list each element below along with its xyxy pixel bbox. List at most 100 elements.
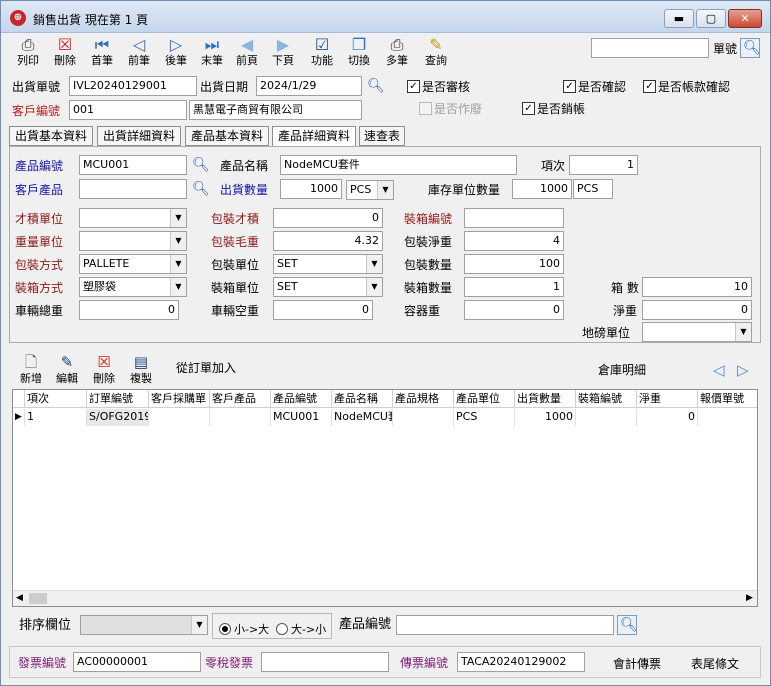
multi-record-button[interactable]: ⎙ 多筆 bbox=[378, 34, 416, 72]
scrollbar-thumb[interactable] bbox=[29, 593, 47, 604]
grid-cell[interactable] bbox=[393, 409, 454, 426]
column-header[interactable]: 裝箱編號 bbox=[576, 390, 637, 408]
grid-cell[interactable]: MCU001 bbox=[271, 409, 332, 426]
filter-product-no-input[interactable] bbox=[396, 615, 614, 635]
grid-cell[interactable] bbox=[698, 409, 757, 426]
column-header[interactable]: 產品編號 bbox=[271, 390, 332, 408]
previous-record-button[interactable]: ◁ 前筆 bbox=[120, 34, 158, 72]
scroll-left-icon[interactable]: ◀ bbox=[16, 593, 23, 603]
ship-no-field[interactable]: IVL20240129001 bbox=[69, 76, 197, 96]
grid-next-icon[interactable]: ▷ bbox=[737, 361, 749, 379]
column-header[interactable]: 客戶採購單 bbox=[149, 390, 210, 408]
customer-product-field[interactable] bbox=[79, 179, 187, 199]
minimize-button[interactable]: ▬ bbox=[664, 9, 694, 28]
customer-no-field[interactable]: 001 bbox=[69, 100, 187, 120]
ship-date-field[interactable]: 2024/1/29 bbox=[256, 76, 362, 96]
product-name-field[interactable]: NodeMCU套件 bbox=[280, 155, 517, 175]
column-header[interactable]: 報價單號 bbox=[698, 390, 757, 408]
close-button[interactable]: ✕ bbox=[728, 9, 762, 28]
voucher-no-field[interactable]: TACA20240129002 bbox=[457, 652, 585, 672]
grid-cell[interactable]: 0 bbox=[637, 409, 698, 426]
grid-cell[interactable]: S/OFG2019 bbox=[87, 409, 149, 426]
grid-prev-icon[interactable]: ◁ bbox=[713, 361, 725, 379]
column-header[interactable]: 產品名稱 bbox=[332, 390, 393, 408]
customer-product-search-icon[interactable]: 🔍︎ bbox=[192, 181, 210, 197]
column-header[interactable]: 產品單位 bbox=[454, 390, 515, 408]
last-record-button[interactable]: ⏭ 末筆 bbox=[193, 34, 231, 72]
scale-unit-select[interactable]: ▼ bbox=[642, 322, 752, 342]
grid-cell[interactable]: NodeMCU套 bbox=[332, 409, 393, 426]
net-weight-field[interactable]: 0 bbox=[642, 300, 752, 320]
invoice-no-field[interactable]: AC00000001 bbox=[73, 652, 201, 672]
product-search-icon[interactable]: 🔍︎ bbox=[192, 157, 210, 173]
date-search-icon[interactable]: 🔍︎ bbox=[367, 78, 385, 94]
account-confirmed-checkbox[interactable]: ✓ bbox=[643, 80, 656, 93]
box-method-select[interactable]: 塑膠袋 ▼ bbox=[79, 277, 187, 297]
pack-net-field[interactable]: 4 bbox=[464, 231, 564, 251]
zero-tax-field[interactable] bbox=[261, 652, 389, 672]
pack-gross-field[interactable]: 4.32 bbox=[273, 231, 383, 251]
vehicle-empty-field[interactable]: 0 bbox=[273, 300, 373, 320]
box-qty-field[interactable]: 1 bbox=[464, 277, 564, 297]
column-header[interactable]: 出貨數量 bbox=[515, 390, 576, 408]
stock-qty-field[interactable]: 1000 bbox=[512, 179, 572, 199]
item-no-field[interactable]: 1 bbox=[569, 155, 638, 175]
maximize-button[interactable]: ▢ bbox=[696, 9, 726, 28]
doc-no-search-input[interactable] bbox=[591, 38, 709, 58]
accounting-voucher-button[interactable]: 會計傳票 bbox=[613, 656, 661, 672]
query-button[interactable]: ✎ 查詢 bbox=[417, 34, 455, 72]
copy-row-button[interactable]: ▤ 複製 bbox=[125, 352, 157, 388]
approved-checkbox[interactable]: ✓ bbox=[407, 80, 420, 93]
box-no-field[interactable] bbox=[464, 208, 564, 228]
column-header[interactable]: 產品規格 bbox=[393, 390, 454, 408]
tab-shipment-detail[interactable]: 出貨詳細資料 bbox=[97, 126, 181, 146]
grid-cell[interactable] bbox=[149, 409, 210, 426]
written-off-checkbox[interactable]: ✓ bbox=[522, 102, 535, 115]
doc-search-button[interactable]: 🔍︎ bbox=[740, 38, 761, 58]
horizontal-scrollbar[interactable]: ◀ ▶ bbox=[13, 590, 757, 606]
function-button[interactable]: ☑ 功能 bbox=[303, 34, 341, 72]
grid-cell[interactable]: 1 bbox=[25, 409, 87, 426]
edit-row-button[interactable]: ✎ 編輯 bbox=[51, 352, 83, 388]
next-page-button[interactable]: ▶ 下頁 bbox=[264, 34, 302, 72]
vehicle-total-field[interactable]: 0 bbox=[79, 300, 179, 320]
tab-shipment-basic[interactable]: 出貨基本資料 bbox=[9, 126, 93, 146]
sort-asc-radio[interactable] bbox=[219, 623, 231, 635]
column-header[interactable]: 客戶產品 bbox=[210, 390, 271, 408]
pack-unit-select[interactable]: SET ▼ bbox=[273, 254, 383, 274]
voided-checkbox[interactable] bbox=[419, 102, 432, 115]
weight-unit-select[interactable]: ▼ bbox=[79, 231, 187, 251]
ship-unit-select[interactable]: PCS ▼ bbox=[346, 180, 394, 200]
container-weight-field[interactable]: 0 bbox=[464, 300, 564, 320]
previous-page-button[interactable]: ◀ 前頁 bbox=[228, 34, 266, 72]
grid-cell[interactable]: 1000 bbox=[515, 409, 576, 426]
new-row-button[interactable]: 🗋 新增 bbox=[15, 352, 47, 388]
sort-desc-radio[interactable] bbox=[276, 623, 288, 635]
warehouse-detail-link[interactable]: 倉庫明細 bbox=[598, 362, 646, 378]
pack-cuft-field[interactable]: 0 bbox=[273, 208, 383, 228]
column-header[interactable]: 訂單編號 bbox=[87, 390, 149, 408]
grid-cell[interactable] bbox=[576, 409, 637, 426]
box-count-field[interactable]: 10 bbox=[642, 277, 752, 297]
cuft-unit-select[interactable]: ▼ bbox=[79, 208, 187, 228]
tab-quick-lookup[interactable]: 速查表 bbox=[359, 126, 405, 146]
tab-product-detail[interactable]: 產品詳細資料 bbox=[272, 126, 356, 147]
grid-cell[interactable]: PCS bbox=[454, 409, 515, 426]
stock-unit-field[interactable]: PCS bbox=[573, 179, 613, 199]
pack-qty-field[interactable]: 100 bbox=[464, 254, 564, 274]
column-header[interactable]: 淨重 bbox=[637, 390, 698, 408]
add-from-order-link[interactable]: 從訂單加入 bbox=[176, 360, 236, 376]
product-no-field[interactable]: MCU001 bbox=[79, 155, 187, 175]
next-record-button[interactable]: ▷ 後筆 bbox=[157, 34, 195, 72]
ship-qty-field[interactable]: 1000 bbox=[280, 179, 342, 199]
box-unit-select[interactable]: SET ▼ bbox=[273, 277, 383, 297]
sort-field-select[interactable]: ▼ bbox=[80, 615, 208, 635]
filter-search-button[interactable]: 🔍︎ bbox=[617, 615, 638, 635]
first-record-button[interactable]: ⏮ 首筆 bbox=[83, 34, 121, 72]
delete-button[interactable]: ☒ 刪除 bbox=[46, 34, 84, 72]
tab-product-basic[interactable]: 產品基本資料 bbox=[185, 126, 269, 146]
grid-cell[interactable] bbox=[210, 409, 271, 426]
confirmed-checkbox[interactable]: ✓ bbox=[563, 80, 576, 93]
scroll-right-icon[interactable]: ▶ bbox=[746, 593, 753, 603]
footer-terms-button[interactable]: 表尾條文 bbox=[691, 656, 739, 672]
